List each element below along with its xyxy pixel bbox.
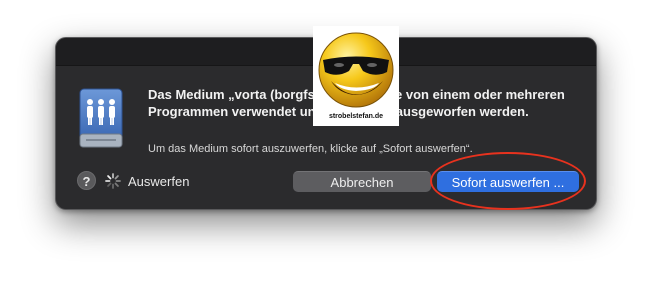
annotation-highlight-ring (430, 152, 586, 210)
cancel-button[interactable]: Abbrechen (293, 171, 431, 192)
progress-spinner-icon (105, 173, 121, 189)
help-button[interactable]: ? (77, 171, 96, 190)
sunglasses-smiley-icon (318, 32, 394, 108)
help-icon: ? (82, 174, 91, 189)
watermark-logo: strobelstefan.de (313, 26, 399, 126)
status-label: Auswerfen (128, 174, 190, 189)
shared-network-volume-icon (79, 88, 123, 148)
watermark-text: strobelstefan.de (328, 113, 384, 120)
